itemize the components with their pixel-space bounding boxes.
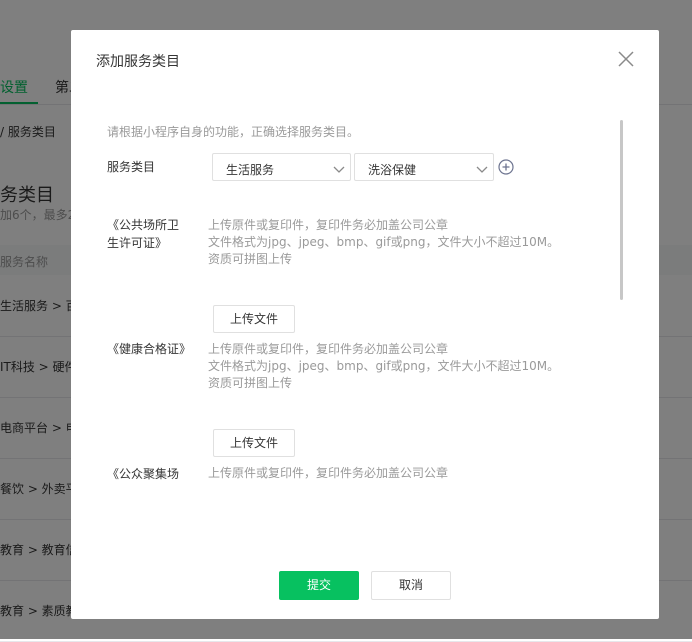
service-category-label: 服务类目 — [107, 160, 156, 174]
chevron-down-icon — [333, 163, 345, 173]
dialog-body: 请根据小程序自身的功能，正确选择服务类目。 服务类目 生活服务 洗浴保健 《公共… — [71, 118, 659, 558]
select-value: 生活服务 — [226, 163, 275, 177]
scrollbar-thumb[interactable] — [620, 120, 623, 300]
cert-name: 《公共场所卫生许可证》 — [107, 218, 180, 250]
secondary-category-select[interactable]: 洗浴保健 — [354, 153, 494, 181]
desc-line: 上传原件或复印件，复印件务必加盖公司公章 — [208, 218, 449, 232]
select-value: 洗浴保健 — [368, 163, 417, 177]
desc-line: 文件格式为jpg、jpeg、bmp、gif或png，文件大小不超过10M。 — [208, 359, 560, 373]
desc-line: 上传原件或复印件，复印件务必加盖公司公章 — [208, 342, 449, 356]
chevron-down-icon — [476, 163, 488, 173]
cert-description: 上传原件或复印件，复印件务必加盖公司公章 文件格式为jpg、jpeg、bmp、g… — [208, 217, 608, 268]
close-icon[interactable] — [616, 49, 636, 69]
desc-line: 文件格式为jpg、jpeg、bmp、gif或png，文件大小不超过10M。 — [208, 235, 560, 249]
upload-file-button[interactable]: 上传文件 — [213, 429, 295, 457]
hint-text: 请根据小程序自身的功能，正确选择服务类目。 — [107, 125, 360, 139]
cert-name: 《健康合格证》 — [107, 342, 192, 356]
cert-description: 上传原件或复印件，复印件务必加盖公司公章 — [208, 465, 608, 482]
primary-category-select[interactable]: 生活服务 — [212, 153, 351, 181]
upload-file-button[interactable]: 上传文件 — [213, 305, 295, 333]
desc-line: 资质可拼图上传 — [208, 252, 293, 266]
cancel-button[interactable]: 取消 — [371, 571, 451, 600]
desc-line: 上传原件或复印件，复印件务必加盖公司公章 — [208, 466, 449, 480]
plus-circle-icon[interactable] — [498, 159, 514, 175]
cert-description: 上传原件或复印件，复印件务必加盖公司公章 文件格式为jpg、jpeg、bmp、g… — [208, 341, 608, 392]
dialog-title: 添加服务类目 — [96, 54, 180, 70]
submit-button[interactable]: 提交 — [279, 571, 359, 600]
add-service-category-dialog: 添加服务类目 请根据小程序自身的功能，正确选择服务类目。 服务类目 生活服务 洗… — [71, 30, 659, 619]
desc-line: 资质可拼图上传 — [208, 376, 293, 390]
